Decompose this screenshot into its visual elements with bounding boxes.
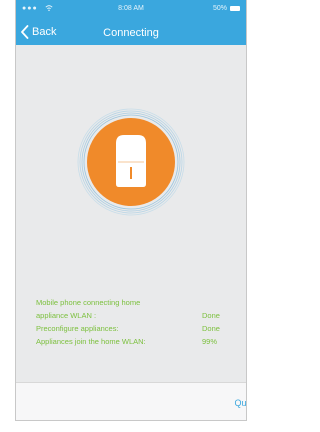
progress-value [202, 296, 236, 309]
phone-screen: ●●● 8:08 AM 50% Back Connecting Mobile p… [15, 0, 247, 421]
connection-progress: Mobile phone connecting home appliance W… [36, 296, 236, 348]
progress-line: Mobile phone connecting home [36, 296, 236, 309]
appliance-icon [116, 135, 146, 187]
battery-percent: 50% [212, 5, 227, 12]
progress-label: Appliances join the home WLAN: [36, 337, 146, 346]
progress-line: appliance WLAN : Done [36, 309, 236, 322]
appliance-graphic [77, 108, 185, 216]
progress-label: Preconfigure appliances: [36, 324, 119, 333]
battery-status: 50% [213, 5, 240, 12]
progress-line: Preconfigure appliances: Done [36, 322, 236, 335]
progress-value: Done [202, 324, 220, 333]
page-title: Connecting [103, 27, 159, 39]
status-bar: ●●● 8:08 AM 50% [16, 0, 246, 18]
progress-label: appliance WLAN : [36, 311, 97, 320]
nav-bar: Back Connecting [16, 18, 246, 45]
footer-toolbar: Quit [16, 382, 246, 420]
progress-value: Done [202, 311, 220, 320]
progress-label: Mobile phone connecting home [36, 298, 141, 307]
quit-button[interactable]: Quit [234, 398, 246, 408]
header: ●●● 8:08 AM 50% Back Connecting [16, 0, 246, 45]
status-time: 8:08 AM [118, 5, 144, 12]
main-content: Mobile phone connecting home appliance W… [16, 45, 246, 382]
battery-icon [230, 6, 240, 11]
progress-line: Appliances join the home WLAN: 99% [36, 335, 236, 348]
progress-value: 99% [202, 337, 218, 346]
